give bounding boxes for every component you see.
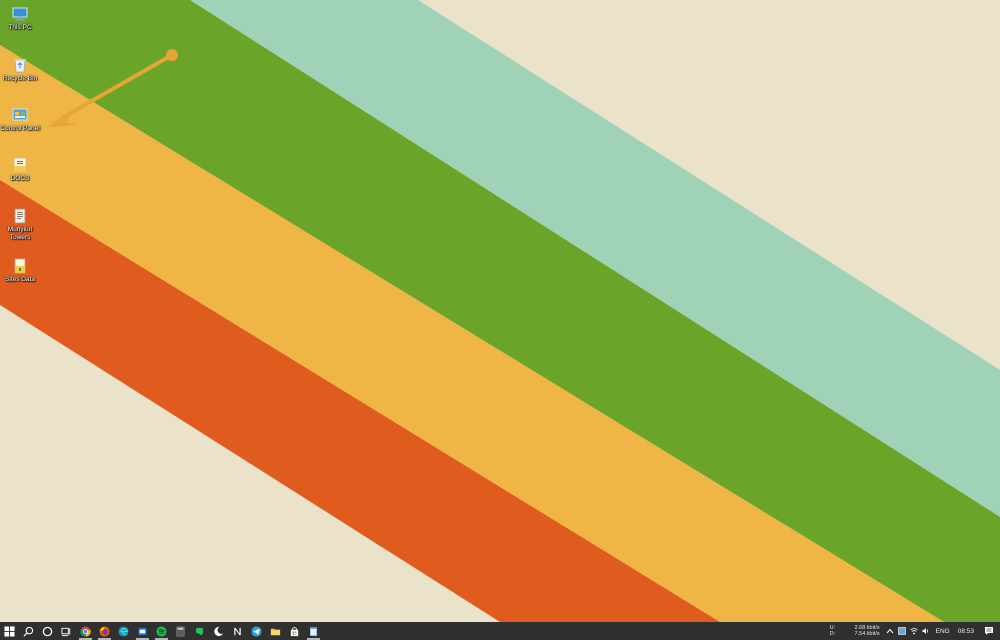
desktop-icon-munyiuri-towers[interactable]: Munyiuri Towers <box>0 207 40 242</box>
wifi-icon <box>909 628 918 635</box>
tray-app-icon <box>897 627 906 635</box>
tray-app-button[interactable] <box>896 622 908 640</box>
taskbar: U: 2.68 kbit/s D: 7.54 kbit/s ENG 08:53 <box>0 622 1000 640</box>
taskbar-app-notepad[interactable] <box>304 622 323 640</box>
desktop: This PC Recycle Bin Control Panel DOCS M… <box>0 0 1000 622</box>
shopping-bag-icon <box>290 626 299 636</box>
taskbar-app-edge[interactable] <box>114 622 133 640</box>
chrome-icon <box>80 625 91 637</box>
desktop-icon-sites-data[interactable]: Sites Data <box>0 257 40 284</box>
chevron-up-icon <box>886 628 894 634</box>
computer-icon <box>12 7 28 21</box>
control-panel-icon <box>12 108 28 121</box>
folder-icon <box>14 258 26 274</box>
search-icon <box>23 626 34 637</box>
firefox-icon <box>99 625 110 637</box>
taskbar-app-moon[interactable] <box>209 622 228 640</box>
system-tray: U: 2.68 kbit/s D: 7.54 kbit/s ENG 08:53 <box>830 622 1000 640</box>
wallpaper <box>0 0 1000 622</box>
taskbar-app-chrome[interactable] <box>76 622 95 640</box>
desktop-icon-label: This PC <box>8 24 32 31</box>
folder-icon <box>270 628 281 635</box>
taskbar-app-spotify[interactable] <box>152 622 171 640</box>
network-button[interactable] <box>908 622 920 640</box>
cortana-button[interactable] <box>38 622 57 640</box>
edge-icon <box>118 625 129 637</box>
desktop-icon-recycle-bin[interactable]: Recycle Bin <box>0 56 40 83</box>
folder-docs-icon <box>13 157 27 173</box>
taskbar-app-telegram[interactable] <box>247 622 266 640</box>
search-button[interactable] <box>19 622 38 640</box>
taskbar-app-firefox[interactable] <box>95 622 114 640</box>
desktop-icon-this-pc[interactable]: This PC <box>0 5 40 32</box>
taskbar-app-microsoft-store[interactable] <box>285 622 304 640</box>
desktop-icon-label: DOCS <box>10 175 30 182</box>
desktop-icon-label: Munyiuri Towers <box>7 226 33 241</box>
desktop-icon-control-panel[interactable]: Control Panel <box>0 106 40 133</box>
input-language-indicator[interactable]: ENG <box>932 628 954 635</box>
taskbar-app-notion[interactable] <box>228 622 247 640</box>
notification-icon <box>985 627 993 635</box>
calculator-icon <box>176 626 185 636</box>
evernote-icon <box>195 627 204 635</box>
network-speed-meter: U: 2.68 kbit/s D: 7.54 kbit/s <box>830 625 880 638</box>
taskbar-app-store[interactable] <box>133 622 152 640</box>
store-icon <box>138 627 147 635</box>
telegram-icon <box>251 625 262 637</box>
desktop-icon-label: Sites Data <box>5 276 35 283</box>
notion-icon <box>234 627 241 635</box>
net-down-label: D: <box>829 631 836 637</box>
taskbar-app-file-explorer[interactable] <box>266 622 285 640</box>
spotify-icon <box>156 625 167 637</box>
task-view-button[interactable] <box>57 622 76 640</box>
moon-icon <box>214 626 224 636</box>
cortana-circle-icon <box>42 626 53 636</box>
desktop-icon-label: Control Panel <box>0 125 40 132</box>
taskbar-app-calculator[interactable] <box>171 622 190 640</box>
action-center-button[interactable] <box>978 622 1000 640</box>
windows-logo-icon <box>4 625 15 637</box>
volume-button[interactable] <box>920 622 932 640</box>
desktop-icon-label: Recycle Bin <box>2 75 38 82</box>
show-hidden-icons-button[interactable] <box>884 622 896 640</box>
notepad-icon <box>310 626 317 636</box>
start-button[interactable] <box>0 622 19 640</box>
taskbar-app-evernote[interactable] <box>190 622 209 640</box>
desktop-icon-docs[interactable]: DOCS <box>0 156 40 183</box>
clock[interactable]: 08:53 <box>954 628 978 635</box>
task-view-icon <box>61 627 71 636</box>
document-icon <box>14 208 26 224</box>
speaker-icon <box>922 628 928 634</box>
net-down-value: 7.54 kbit/s <box>854 631 880 637</box>
recycle-bin-icon <box>14 59 26 73</box>
